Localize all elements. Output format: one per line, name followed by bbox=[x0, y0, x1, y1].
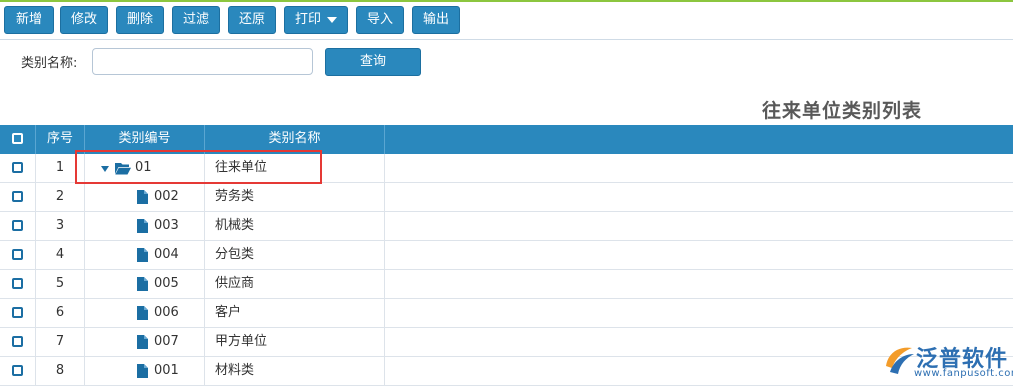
table-row[interactable]: 2 002 劳务类 bbox=[0, 183, 1013, 212]
row-checkbox[interactable] bbox=[12, 162, 23, 173]
print-button-label: 打印 bbox=[294, 12, 321, 27]
row-name: 甲方单位 bbox=[205, 328, 385, 356]
caret-down-icon bbox=[327, 16, 337, 23]
row-checkbox[interactable] bbox=[12, 220, 23, 231]
row-select-cell bbox=[0, 270, 36, 298]
row-seq: 7 bbox=[36, 328, 85, 356]
row-code-cell: 003 bbox=[85, 212, 205, 240]
select-all-checkbox[interactable] bbox=[12, 133, 23, 144]
import-button[interactable]: 导入 bbox=[356, 6, 404, 34]
new-button[interactable]: 新增 bbox=[4, 6, 54, 34]
page: 新增 修改 删除 过滤 还原 打印 导入 输出 类别名称: 查询 往来单位类别列… bbox=[0, 0, 1013, 387]
row-code-cell: 01 bbox=[85, 154, 205, 182]
row-checkbox[interactable] bbox=[12, 336, 23, 347]
row-select-cell bbox=[0, 299, 36, 327]
grid-header: 序号 类别编号 类别名称 bbox=[0, 125, 1013, 154]
row-seq: 3 bbox=[36, 212, 85, 240]
row-name: 往来单位 bbox=[205, 154, 385, 182]
row-code: 007 bbox=[154, 334, 179, 349]
row-code: 005 bbox=[154, 276, 179, 291]
table-row[interactable]: 4 004 分包类 bbox=[0, 241, 1013, 270]
row-code-cell: 002 bbox=[85, 183, 205, 211]
category-name-input[interactable] bbox=[92, 48, 313, 75]
row-select-cell bbox=[0, 154, 36, 182]
file-icon bbox=[137, 190, 148, 204]
header-seq: 序号 bbox=[36, 125, 85, 154]
row-name: 劳务类 bbox=[205, 183, 385, 211]
row-select-cell bbox=[0, 328, 36, 356]
row-select-cell bbox=[0, 357, 36, 385]
category-grid: 序号 类别编号 类别名称 1 01 往来单位 2 002 劳务类 3 003 机… bbox=[0, 125, 1013, 386]
row-select-cell bbox=[0, 241, 36, 269]
row-name: 机械类 bbox=[205, 212, 385, 240]
row-code: 003 bbox=[154, 218, 179, 233]
table-row[interactable]: 6 006 客户 bbox=[0, 299, 1013, 328]
query-button[interactable]: 查询 bbox=[325, 48, 421, 76]
select-all-cell bbox=[0, 125, 36, 154]
file-icon bbox=[137, 306, 148, 320]
table-row[interactable]: 3 003 机械类 bbox=[0, 212, 1013, 241]
row-code: 004 bbox=[154, 247, 179, 262]
row-name: 分包类 bbox=[205, 241, 385, 269]
file-icon bbox=[137, 364, 148, 378]
file-icon bbox=[137, 335, 148, 349]
header-code: 类别编号 bbox=[85, 125, 205, 154]
row-name: 客户 bbox=[205, 299, 385, 327]
row-code: 001 bbox=[154, 363, 179, 378]
row-select-cell bbox=[0, 183, 36, 211]
row-checkbox[interactable] bbox=[12, 191, 23, 202]
row-code: 006 bbox=[154, 305, 179, 320]
table-row[interactable]: 1 01 往来单位 bbox=[0, 154, 1013, 183]
row-code-cell: 005 bbox=[85, 270, 205, 298]
brand-logo: 泛普软件 www.fanpusoft.com bbox=[878, 339, 1013, 385]
caret-down-icon[interactable] bbox=[101, 166, 109, 172]
brand-logo-icon bbox=[886, 347, 914, 374]
row-seq: 5 bbox=[36, 270, 85, 298]
brand-url: www.fanpusoft.com bbox=[914, 368, 1013, 379]
table-row[interactable]: 7 007 甲方单位 bbox=[0, 328, 1013, 357]
page-title: 往来单位类别列表 bbox=[762, 100, 923, 122]
filter-button[interactable]: 过滤 bbox=[172, 6, 220, 34]
file-icon bbox=[137, 277, 148, 291]
row-name: 供应商 bbox=[205, 270, 385, 298]
table-row[interactable]: 8 001 材料类 bbox=[0, 357, 1013, 386]
toolbar: 新增 修改 删除 过滤 还原 打印 导入 输出 bbox=[0, 2, 1013, 40]
row-seq: 4 bbox=[36, 241, 85, 269]
folder-open-icon bbox=[115, 163, 131, 175]
delete-button[interactable]: 删除 bbox=[116, 6, 164, 34]
row-code: 01 bbox=[135, 160, 152, 175]
header-name: 类别名称 bbox=[205, 125, 385, 154]
file-icon bbox=[137, 219, 148, 233]
category-name-label: 类别名称: bbox=[21, 56, 78, 71]
table-row[interactable]: 5 005 供应商 bbox=[0, 270, 1013, 299]
print-dropdown-button[interactable]: 打印 bbox=[284, 6, 348, 34]
row-checkbox[interactable] bbox=[12, 278, 23, 289]
row-name: 材料类 bbox=[205, 357, 385, 385]
row-code: 002 bbox=[154, 189, 179, 204]
restore-button[interactable]: 还原 bbox=[228, 6, 276, 34]
row-seq: 6 bbox=[36, 299, 85, 327]
file-icon bbox=[137, 248, 148, 262]
row-code-cell: 004 bbox=[85, 241, 205, 269]
export-button[interactable]: 输出 bbox=[412, 6, 460, 34]
row-checkbox[interactable] bbox=[12, 365, 23, 376]
row-checkbox[interactable] bbox=[12, 249, 23, 260]
row-code-cell: 007 bbox=[85, 328, 205, 356]
row-select-cell bbox=[0, 212, 36, 240]
row-seq: 2 bbox=[36, 183, 85, 211]
row-checkbox[interactable] bbox=[12, 307, 23, 318]
row-code-cell: 006 bbox=[85, 299, 205, 327]
row-seq: 8 bbox=[36, 357, 85, 385]
row-seq: 1 bbox=[36, 154, 85, 182]
edit-button[interactable]: 修改 bbox=[60, 6, 108, 34]
row-code-cell: 001 bbox=[85, 357, 205, 385]
